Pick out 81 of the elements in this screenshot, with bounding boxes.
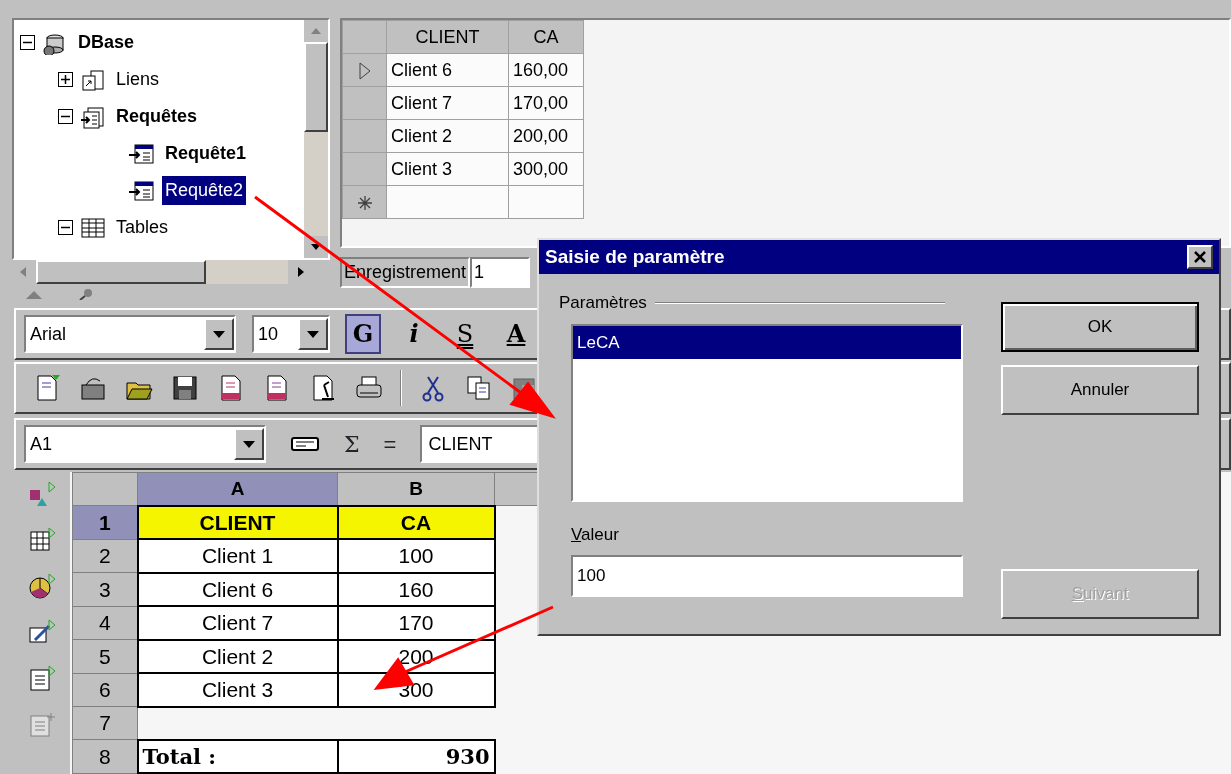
dropdown-icon — [243, 440, 255, 448]
row-header[interactable]: 4 — [72, 606, 138, 640]
scrollbar[interactable] — [304, 20, 328, 258]
list-item[interactable]: LeCA — [573, 325, 961, 359]
dialog-title: Saisie de paramètre — [545, 244, 725, 269]
form-icon[interactable] — [27, 664, 57, 694]
table-cell: Client 6 — [137, 572, 338, 606]
value-field[interactable]: 100 — [571, 555, 963, 597]
cell-reference-dropdown[interactable]: A1 — [24, 425, 266, 463]
row-header[interactable]: 2 — [72, 539, 138, 573]
document-icon — [79, 104, 107, 129]
sum-button[interactable]: Σ — [344, 427, 360, 461]
tree-item[interactable]: Requête2 — [162, 176, 247, 205]
collapse-icon[interactable] — [58, 220, 73, 235]
row-header[interactable]: 8 — [72, 739, 138, 773]
table-cell: 160,00 — [508, 53, 584, 87]
record-field[interactable]: 1 — [470, 256, 531, 288]
collapse-icon[interactable] — [20, 35, 35, 50]
dropdown-icon — [213, 330, 225, 338]
save-icon[interactable] — [170, 373, 200, 403]
column-header[interactable]: CLIENT — [386, 20, 509, 54]
table-cell: Client 1 — [137, 539, 338, 573]
pie-chart-icon[interactable] — [27, 572, 57, 602]
table-icon — [79, 215, 107, 240]
table-cell: 100 — [337, 539, 495, 573]
strikethrough-button[interactable]: S — [447, 314, 483, 354]
scroll-thumb[interactable] — [304, 42, 328, 132]
row-selector-header — [342, 20, 387, 54]
dropdown-icon — [307, 330, 319, 338]
font-dropdown[interactable]: Arial — [24, 315, 236, 353]
row-header[interactable]: 6 — [72, 673, 138, 707]
column-header[interactable]: CA — [508, 20, 584, 54]
close-icon — [1193, 250, 1207, 264]
tree-item[interactable]: Tables — [113, 213, 172, 242]
row-header[interactable]: 1 — [72, 505, 138, 539]
table-cell: 200,00 — [508, 119, 584, 153]
table-cell: 160 — [337, 572, 495, 606]
row-header[interactable]: 7 — [72, 706, 138, 740]
parameter-list[interactable]: LeCA — [571, 323, 963, 502]
table-cell: Client 2 — [137, 639, 338, 673]
table-cell: CLIENT — [137, 505, 338, 539]
scroll-thumb[interactable] — [36, 260, 206, 284]
collapse-icon[interactable] — [58, 109, 73, 124]
document-icon — [128, 141, 156, 166]
tree-item[interactable]: DBase — [75, 28, 138, 57]
table-cell: Client 7 — [137, 606, 338, 640]
table-cell: Client 3 — [137, 673, 338, 707]
table-cell: 300,00 — [508, 152, 584, 186]
tree-item[interactable]: Liens — [113, 65, 163, 94]
tree-item[interactable]: Requêtes — [113, 102, 201, 131]
table-cell: Client 7 — [386, 86, 509, 120]
table-cell: Client 3 — [386, 152, 509, 186]
table-cell: CA — [337, 505, 495, 539]
italic-button[interactable]: i — [396, 314, 432, 354]
bold-button[interactable]: G — [345, 314, 381, 354]
column-header[interactable]: A — [137, 472, 338, 506]
corner-cell[interactable] — [72, 472, 138, 506]
expand-icon[interactable] — [58, 72, 73, 87]
table-cell: 170 — [337, 606, 495, 640]
dialog-button[interactable]: Annuler — [1001, 365, 1199, 415]
document-icon — [79, 67, 107, 92]
row-header[interactable]: 5 — [72, 639, 138, 673]
new-row-icon — [356, 194, 373, 211]
column-header[interactable]: B — [337, 472, 495, 506]
font-color-button[interactable]: A — [498, 314, 534, 354]
table-cell: 170,00 — [508, 86, 584, 120]
dialog-button[interactable]: OK — [1001, 302, 1199, 352]
group-label: Paramètres — [559, 292, 647, 314]
document-icon — [128, 178, 156, 203]
table-cell: Total : — [137, 739, 338, 773]
font-size-dropdown[interactable]: 10 — [252, 315, 330, 353]
table-cell: Client 2 — [386, 119, 509, 153]
function-button[interactable]: = — [383, 427, 397, 461]
table-cell: 930 — [337, 739, 495, 773]
table-cell: Client 6 — [386, 53, 509, 87]
close-button[interactable] — [1187, 245, 1213, 269]
tree-item[interactable]: Requête1 — [162, 139, 250, 168]
function-wizard-icon[interactable] — [290, 434, 320, 454]
row-header[interactable]: 3 — [72, 572, 138, 606]
field-label: Valeur — [571, 523, 620, 546]
current-row-icon — [358, 61, 371, 80]
